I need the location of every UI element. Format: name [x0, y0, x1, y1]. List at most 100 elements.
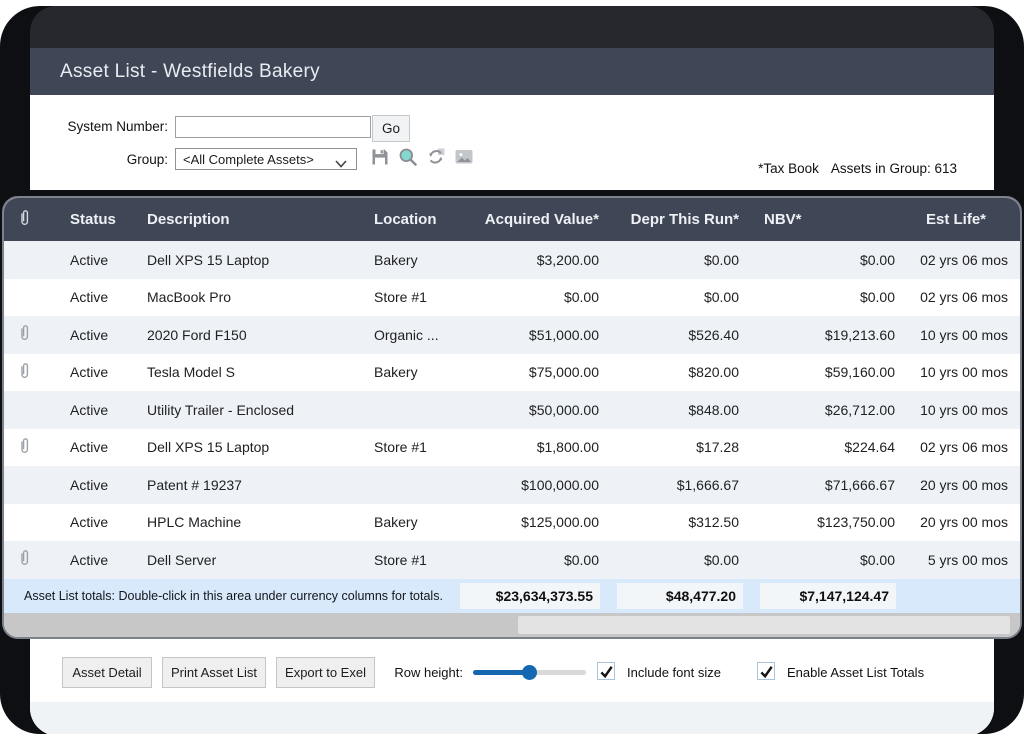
include-font-size-label: Include font size [627, 665, 721, 680]
cell-nbv: $71,666.67 [739, 477, 895, 493]
group-label: Group: [30, 152, 168, 167]
cell-acquired-value: $75,000.00 [454, 364, 599, 380]
refresh-icon[interactable] [426, 147, 446, 167]
table-row[interactable]: Active MacBook Pro Store #1 $0.00 $0.00 … [4, 279, 1020, 317]
app-window: Asset List - Westfields Bakery System Nu… [30, 6, 994, 190]
total-depr-this-run[interactable]: $48,477.20 [617, 583, 743, 609]
cell-description: Dell XPS 15 Laptop [124, 252, 354, 268]
table-row[interactable]: Active Utility Trailer - Enclosed $50,00… [4, 391, 1020, 429]
print-asset-list-button[interactable]: Print Asset List [162, 657, 266, 688]
column-header-depr-this-run[interactable]: Depr This Run* [599, 211, 739, 228]
table-row[interactable]: Active Tesla Model S Bakery $75,000.00 $… [4, 354, 1020, 392]
cell-nbv: $19,213.60 [739, 327, 895, 343]
cell-est-life: 02 yrs 06 mos [895, 289, 1020, 305]
cell-nbv: $224.64 [739, 439, 895, 455]
cell-description: Dell XPS 15 Laptop [124, 439, 354, 455]
cell-acquired-value: $1,800.00 [454, 439, 599, 455]
cell-status: Active [44, 402, 124, 418]
total-nbv[interactable]: $7,147,124.47 [760, 583, 896, 609]
totals-caption: Asset List totals: Double-click in this … [24, 579, 443, 613]
cell-status: Active [44, 477, 124, 493]
bottom-action-bar: Asset Detail Print Asset List Export to … [30, 639, 994, 734]
horizontal-scrollbar-track[interactable] [4, 613, 1020, 637]
cell-description: Utility Trailer - Enclosed [124, 402, 354, 418]
total-acquired-value[interactable]: $23,634,373.55 [460, 583, 600, 609]
cell-location: Bakery [354, 364, 454, 380]
table-row[interactable]: Active HPLC Machine Bakery $125,000.00 $… [4, 504, 1020, 542]
cell-location: Organic ... [354, 327, 454, 343]
column-header-location[interactable]: Location [354, 211, 454, 228]
column-header-nbv[interactable]: NBV* [739, 211, 895, 228]
toolbar-icons [370, 147, 474, 167]
device-frame: Asset List - Westfields Bakery System Nu… [0, 6, 1024, 734]
search-icon[interactable] [398, 147, 418, 167]
asset-list-grid: Status Description Location Acquired Val… [2, 196, 1022, 639]
column-header-description[interactable]: Description [124, 211, 354, 228]
cell-est-life: 10 yrs 00 mos [895, 327, 1020, 343]
cell-depr-this-run: $312.50 [599, 514, 739, 530]
go-button[interactable]: Go [372, 115, 410, 142]
cell-depr-this-run: $526.40 [599, 327, 739, 343]
footer-checkbox-totals[interactable] [757, 662, 775, 680]
cell-depr-this-run: $0.00 [599, 289, 739, 305]
cell-location: Store #1 [354, 552, 454, 568]
table-row[interactable]: Active 2020 Ford F150 Organic ... $51,00… [4, 316, 1020, 354]
table-row[interactable]: Active Dell Server Store #1 $0.00 $0.00 … [4, 541, 1020, 579]
column-header-est-life[interactable]: Est Life* [895, 211, 1020, 228]
horizontal-scrollbar-thumb[interactable] [518, 616, 1010, 634]
column-header-status[interactable]: Status [44, 211, 124, 228]
cell-acquired-value: $50,000.00 [454, 402, 599, 418]
cell-est-life: 10 yrs 00 mos [895, 364, 1020, 380]
paperclip-icon [18, 361, 31, 384]
cell-status: Active [44, 289, 124, 305]
system-number-label: System Number: [30, 119, 168, 134]
page-title: Asset List - Westfields Bakery [60, 61, 320, 83]
cell-nbv: $26,712.00 [739, 402, 895, 418]
cell-acquired-value: $0.00 [454, 552, 599, 568]
cell-est-life: 10 yrs 00 mos [895, 402, 1020, 418]
footer-checkbox-font[interactable] [597, 662, 615, 680]
checkmark-icon [759, 664, 774, 679]
table-row[interactable]: Active Dell XPS 15 Laptop Store #1 $1,80… [4, 429, 1020, 467]
system-number-input[interactable] [175, 116, 371, 138]
save-icon[interactable] [370, 147, 390, 167]
cell-nbv: $0.00 [739, 289, 895, 305]
cell-location: Store #1 [354, 439, 454, 455]
table-row[interactable]: Active Dell XPS 15 Laptop Bakery $3,200.… [4, 241, 1020, 279]
cell-nbv: $123,750.00 [739, 514, 895, 530]
cell-location: Bakery [354, 252, 454, 268]
cell-status: Active [44, 364, 124, 380]
cell-nbv: $0.00 [739, 252, 895, 268]
cell-est-life: 02 yrs 06 mos [895, 252, 1020, 268]
attachment-column-header[interactable] [4, 208, 44, 232]
cell-acquired-value: $3,200.00 [454, 252, 599, 268]
group-select[interactable]: <All Complete Assets> [175, 148, 357, 170]
cell-depr-this-run: $0.00 [599, 552, 739, 568]
cell-nbv: $59,160.00 [739, 364, 895, 380]
cell-status: Active [44, 439, 124, 455]
asset-detail-button[interactable]: Asset Detail [62, 657, 152, 688]
column-header-acquired-value[interactable]: Acquired Value* [454, 211, 599, 228]
cell-location: Bakery [354, 514, 454, 530]
cell-description: 2020 Ford F150 [124, 327, 354, 343]
cell-description: MacBook Pro [124, 289, 354, 305]
checkmark-icon [599, 664, 614, 679]
cell-status: Active [44, 514, 124, 530]
paperclip-icon [18, 323, 31, 346]
export-to-exel-button[interactable]: Export to Exel [276, 657, 375, 688]
row-height-slider[interactable] [473, 670, 586, 675]
cell-description: HPLC Machine [124, 514, 354, 530]
cell-status: Active [44, 327, 124, 343]
cell-acquired-value: $0.00 [454, 289, 599, 305]
assets-in-group-label: Assets in Group: 613 [831, 161, 957, 176]
asset-list-totals-row[interactable]: Asset List totals: Double-click in this … [4, 579, 1020, 613]
table-row[interactable]: Active Patent # 19237 $100,000.00 $1,666… [4, 466, 1020, 504]
screenshot-stage: Asset List - Westfields Bakery System Nu… [0, 0, 1024, 734]
cell-acquired-value: $100,000.00 [454, 477, 599, 493]
image-icon[interactable] [454, 147, 474, 167]
row-height-slider-thumb[interactable] [522, 665, 537, 680]
paperclip-icon [18, 548, 31, 571]
cell-nbv: $0.00 [739, 552, 895, 568]
cell-location: Store #1 [354, 289, 454, 305]
cell-depr-this-run: $848.00 [599, 402, 739, 418]
